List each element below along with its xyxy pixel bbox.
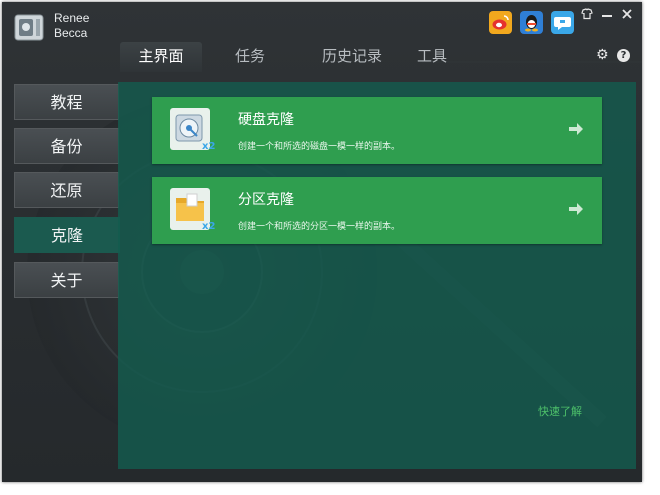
qq-icon bbox=[525, 15, 538, 32]
brand-line-1: Renee bbox=[54, 11, 90, 25]
app-window: Renee Becca 主界面 任务 历史记录 工具 ⚙ ? 教程 备份 还原 … bbox=[2, 2, 642, 482]
partition-clone-desc: 创建一个和所选的分区一模一样的副本。 bbox=[238, 222, 401, 232]
disk-clone-title: 硬盘克隆 bbox=[238, 112, 294, 128]
tab-main[interactable]: 主界面 bbox=[120, 42, 202, 72]
disk-clone-card[interactable]: x2 硬盘克隆 创建一个和所选的磁盘一模一样的副本。 bbox=[152, 97, 602, 164]
brand-line-2: Becca bbox=[54, 26, 88, 40]
shirt-skin-icon[interactable] bbox=[580, 7, 594, 21]
disk-clone-badge: x2 bbox=[202, 141, 216, 152]
partition-clone-title: 分区克隆 bbox=[238, 192, 294, 208]
sidebar-item-clone[interactable]: 克隆 bbox=[14, 217, 120, 253]
quick-guide-link[interactable]: 快速了解 bbox=[538, 403, 582, 419]
weibo-button[interactable] bbox=[489, 11, 512, 34]
tab-tools[interactable]: 工具 bbox=[412, 42, 452, 72]
close-icon[interactable] bbox=[620, 7, 634, 21]
arrow-right-icon bbox=[569, 123, 583, 135]
sidebar-item-backup[interactable]: 备份 bbox=[14, 128, 119, 164]
minimize-icon[interactable] bbox=[600, 7, 614, 21]
tab-history[interactable]: 历史记录 bbox=[300, 42, 404, 72]
chat-icon bbox=[554, 17, 571, 30]
arrow-right-icon bbox=[569, 203, 583, 215]
qq-button[interactable] bbox=[520, 11, 543, 34]
tab-tasks[interactable]: 任务 bbox=[228, 42, 272, 72]
app-logo-icon bbox=[14, 14, 44, 41]
brand-name: Renee Becca bbox=[54, 11, 89, 41]
help-icon[interactable]: ? bbox=[617, 49, 630, 62]
sidebar-item-about[interactable]: 关于 bbox=[14, 262, 119, 298]
sidebar-item-tutorial[interactable]: 教程 bbox=[14, 84, 119, 120]
disk-clone-desc: 创建一个和所选的磁盘一模一样的副本。 bbox=[238, 142, 401, 152]
clone-panel: x2 硬盘克隆 创建一个和所选的磁盘一模一样的副本。 x2 分区克隆 创建一个和… bbox=[118, 82, 636, 469]
chat-button[interactable] bbox=[551, 11, 574, 34]
partition-clone-card[interactable]: x2 分区克隆 创建一个和所选的分区一模一样的副本。 bbox=[152, 177, 602, 244]
sidebar-item-restore[interactable]: 还原 bbox=[14, 172, 119, 208]
partition-clone-badge: x2 bbox=[202, 221, 216, 232]
gear-icon[interactable]: ⚙ bbox=[596, 48, 610, 62]
weibo-icon bbox=[492, 15, 509, 30]
